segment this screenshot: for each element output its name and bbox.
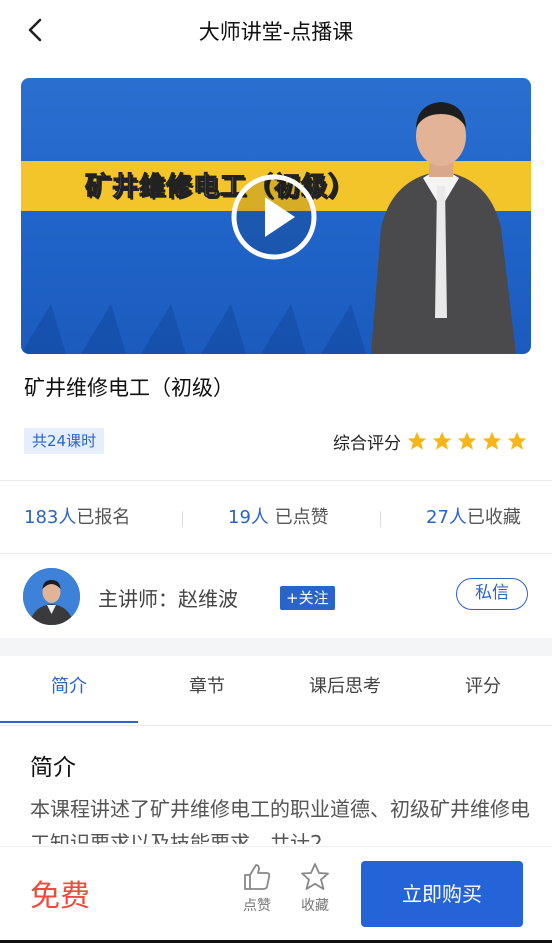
like-button[interactable]: 点赞: [234, 861, 280, 915]
tab-rating[interactable]: 评分: [414, 656, 552, 726]
stat-enrolled-count: 183人: [24, 507, 77, 528]
active-tab-indicator: [0, 721, 138, 723]
follow-button[interactable]: +关注: [280, 586, 335, 610]
favorite-label: 收藏: [301, 898, 329, 914]
divider: [0, 553, 552, 554]
stat-likes-label: 已点赞: [268, 507, 329, 528]
star-icon: [432, 431, 452, 450]
rating-label: 综合评分: [333, 433, 401, 454]
lessons-badge: 共24课时: [24, 428, 105, 454]
stat-likes: 19人 已点赞: [228, 503, 329, 529]
stat-favorites: 27人已收藏: [426, 503, 521, 529]
stat-likes-count: 19人: [228, 507, 269, 528]
stat-separator: [380, 511, 381, 527]
section-gap: [0, 638, 552, 656]
video-player[interactable]: 矿井维修电工（初级）: [21, 78, 531, 354]
star-icon: [507, 431, 527, 450]
buy-now-button[interactable]: 立即购买: [361, 861, 523, 927]
overall-rating: 综合评分: [333, 428, 528, 454]
price-label: 免费: [30, 879, 90, 914]
lecturer-photo: [371, 102, 516, 354]
play-icon[interactable]: [229, 172, 319, 262]
thumbs-up-icon: [244, 864, 271, 890]
tab-chapters[interactable]: 章节: [138, 656, 276, 726]
stat-separator: [182, 511, 183, 527]
intro-heading: 简介: [30, 755, 76, 781]
teacher-name: 主讲师：赵维波: [98, 587, 238, 611]
teacher-row: 主讲师：赵维波 +关注 私信: [0, 556, 552, 638]
course-title: 矿井维修电工（初级）: [24, 376, 234, 400]
page-title: 大师讲堂-点播课: [198, 20, 354, 44]
tab-intro[interactable]: 简介: [0, 656, 138, 726]
intro-text: 本课程讲述了矿井维修电工的职业道德、初级矿井维修电工知识要求以及技能要求，共计2: [30, 797, 530, 844]
stat-favorites-count: 27人: [426, 507, 467, 528]
star-icon: [407, 431, 427, 450]
stat-favorites-label: 已收藏: [466, 507, 521, 528]
favorite-button[interactable]: 收藏: [292, 861, 338, 915]
tab-reflection[interactable]: 课后思考: [276, 656, 414, 726]
message-button[interactable]: 私信: [456, 578, 528, 610]
star-icon: [457, 431, 477, 450]
star-icon: [482, 431, 502, 450]
stat-enrolled-label: 已报名: [76, 507, 131, 528]
stat-enrolled: 183人已报名: [24, 503, 130, 529]
top-nav-bar: 大师讲堂-点播课: [0, 0, 552, 62]
avatar[interactable]: [23, 568, 80, 625]
avatar-image: [23, 568, 80, 625]
star-outline-icon: [301, 863, 329, 890]
like-label: 点赞: [243, 898, 271, 914]
tab-bar: 简介 章节 课后思考 评分: [0, 656, 552, 726]
bottom-action-bar: 免费 点赞 收藏 立即购买: [0, 846, 552, 943]
course-stats: 183人已报名 19人 已点赞 27人已收藏: [0, 481, 552, 553]
